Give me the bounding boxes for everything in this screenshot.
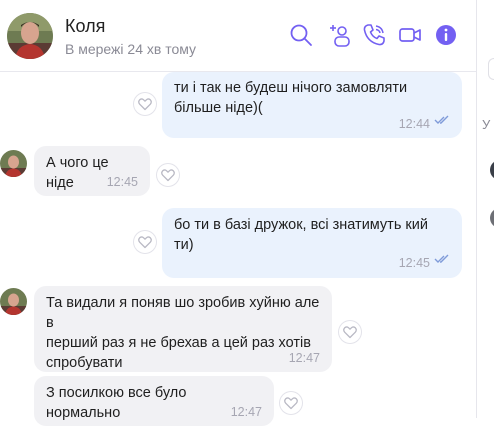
message-bubble-outgoing[interactable]: бо ти в базі дружок, всі знатимуть кий т… — [162, 208, 462, 278]
call-icon[interactable] — [361, 22, 387, 48]
contact-status: В мережі 24 хв тому — [65, 41, 197, 57]
message-bubble-incoming[interactable]: А чого це ніде 12:45 — [34, 146, 150, 196]
right-panel-avatar[interactable] — [490, 208, 494, 228]
contact-avatar-small[interactable] — [0, 288, 27, 315]
read-checkmarks-icon — [434, 250, 450, 270]
like-icon[interactable] — [339, 321, 361, 343]
message-bubble-incoming[interactable]: Та видали я поняв шо зробив хуйню але в … — [34, 286, 332, 372]
video-call-icon[interactable] — [397, 22, 423, 48]
contact-name[interactable]: Коля — [65, 16, 105, 37]
right-panel-input-edge — [488, 58, 494, 80]
like-icon[interactable] — [134, 231, 156, 253]
right-panel: У — [477, 0, 494, 418]
like-icon[interactable] — [157, 164, 179, 186]
message-time: 12:45 — [398, 256, 430, 270]
message-time: 12:44 — [398, 117, 430, 131]
info-icon[interactable] — [433, 22, 459, 48]
message-time: 12:47 — [288, 351, 320, 365]
message-time: 12:47 — [230, 405, 262, 419]
chat-header: Коля В мережі 24 хв тому — [0, 0, 476, 72]
message-text: З посилкою все було нормально — [46, 385, 191, 421]
message-text: Та видали я поняв шо зробив хуйню але в … — [46, 295, 320, 371]
read-checkmarks-icon — [434, 111, 450, 131]
message-text: бо ти в базі дружок, всі знатимуть кий т… — [174, 217, 428, 253]
like-icon[interactable] — [280, 392, 302, 414]
contact-avatar-small[interactable] — [0, 150, 27, 177]
message-time: 12:45 — [106, 175, 138, 189]
like-icon[interactable] — [134, 93, 156, 115]
message-bubble-outgoing[interactable]: ти і так не будеш нічого замовляти більш… — [162, 72, 462, 138]
message-bubble-incoming[interactable]: З посилкою все було нормально 12:47 — [34, 376, 274, 426]
right-panel-avatar[interactable] — [490, 160, 494, 180]
contact-avatar[interactable] — [7, 13, 53, 59]
message-text: ти і так не будеш нічого замовляти більш… — [174, 80, 408, 116]
right-panel-letter: У — [482, 117, 491, 132]
add-contact-icon[interactable] — [326, 22, 352, 48]
message-list: ти і так не будеш нічого замовляти більш… — [0, 72, 476, 426]
search-icon[interactable] — [288, 22, 314, 48]
